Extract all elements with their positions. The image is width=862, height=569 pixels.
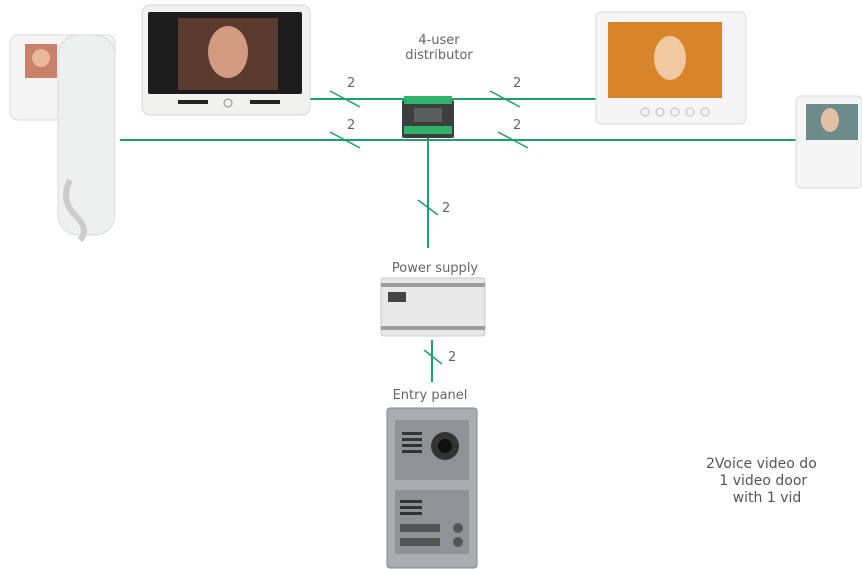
power-supply-label: Power supply (391, 261, 479, 276)
monitor-right (595, 11, 747, 125)
monitor-small-right (795, 95, 862, 189)
entry-panel-label: Entry panel (392, 388, 468, 403)
entry-panel-unit (386, 407, 478, 569)
wire-count-bottom-left: 2 (347, 118, 356, 133)
wire-count-bottom-right: 2 (513, 118, 522, 133)
wire-count-top-right: 2 (513, 76, 522, 91)
wire-count-trunk: 2 (442, 201, 451, 216)
distributor-unit (402, 96, 454, 138)
wire-count-top-left: 2 (347, 76, 356, 91)
power-supply-unit (380, 277, 486, 337)
distributor-label: 4-user distributor (405, 33, 473, 63)
touch-monitor-large (141, 4, 311, 116)
system-caption: 2Voice video do 1 video door with 1 vid (706, 456, 817, 506)
handset-monitor (9, 34, 116, 243)
wire-count-entry: 2 (448, 350, 457, 365)
